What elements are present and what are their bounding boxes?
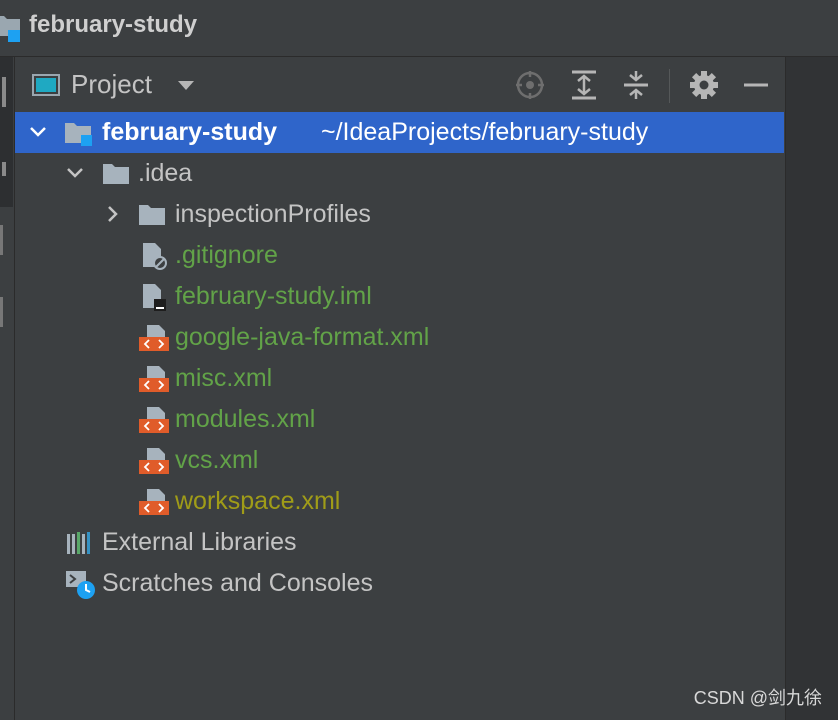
tree-node-label: workspace.xml bbox=[175, 487, 341, 515]
watermark: CSDN @剑九徐 bbox=[693, 688, 822, 708]
tree-node-workspace[interactable]: workspace.xml bbox=[15, 481, 784, 522]
tree-node-label: inspectionProfiles bbox=[175, 200, 371, 228]
tree-node-label: Scratches and Consoles bbox=[102, 569, 373, 597]
xml-file-icon bbox=[139, 366, 169, 392]
tree-node-external-libraries[interactable]: External Libraries bbox=[15, 522, 784, 563]
tab-label-glyph bbox=[2, 77, 6, 107]
chevron-right-icon[interactable] bbox=[104, 205, 122, 223]
tree-node-misc[interactable]: misc.xml bbox=[15, 358, 784, 399]
tab-label-glyph bbox=[2, 162, 6, 176]
tree-node-label: misc.xml bbox=[175, 364, 273, 392]
tree-node-idea[interactable]: .idea bbox=[15, 153, 784, 194]
left-tool-window-strip[interactable] bbox=[0, 57, 15, 720]
toolbar-separator bbox=[669, 69, 670, 103]
minimize-icon[interactable] bbox=[739, 68, 773, 102]
iml-file-icon bbox=[143, 284, 166, 311]
tree-node-google-java-format[interactable]: google-java-format.xml bbox=[15, 317, 784, 358]
project-view-selector[interactable]: Project bbox=[71, 69, 152, 100]
tree-node-label: External Libraries bbox=[102, 528, 297, 556]
tree-node-label: february-study.iml bbox=[175, 282, 372, 310]
folder-icon bbox=[139, 205, 165, 225]
chevron-down-icon[interactable] bbox=[29, 123, 47, 141]
library-icon bbox=[67, 532, 90, 554]
tree-node-gitignore[interactable]: .gitignore bbox=[15, 235, 784, 276]
xml-file-icon bbox=[139, 489, 169, 515]
project-icon bbox=[0, 16, 20, 42]
project-view-icon bbox=[32, 74, 60, 96]
expand-all-icon[interactable] bbox=[567, 68, 601, 102]
collapse-all-icon[interactable] bbox=[619, 68, 653, 102]
folder-icon bbox=[103, 164, 129, 184]
ignored-file-icon bbox=[143, 243, 167, 270]
window-title-bar: february-study bbox=[0, 0, 838, 57]
editor-area bbox=[785, 57, 838, 720]
chevron-down-icon[interactable] bbox=[178, 81, 194, 90]
root-project-name: february-study bbox=[102, 118, 278, 146]
tree-node-label: modules.xml bbox=[175, 405, 316, 433]
scratches-icon bbox=[66, 571, 95, 599]
tab-label-glyph bbox=[0, 225, 3, 255]
gear-icon[interactable] bbox=[687, 68, 721, 102]
locate-icon[interactable] bbox=[513, 68, 547, 102]
project-panel-toolbar: Project bbox=[15, 57, 784, 112]
tree-node-modules[interactable]: modules.xml bbox=[15, 399, 784, 440]
module-folder-icon bbox=[65, 123, 92, 146]
xml-file-icon bbox=[139, 448, 169, 474]
tree-node-inspection-profiles[interactable]: inspectionProfiles bbox=[15, 194, 784, 235]
tree-node-iml[interactable]: february-study.iml bbox=[15, 276, 784, 317]
chevron-down-icon[interactable] bbox=[66, 164, 84, 182]
window-title: february-study bbox=[29, 11, 198, 38]
project-panel: Project february-study ~/IdeaProjects/fe… bbox=[15, 57, 784, 720]
tab-label-glyph bbox=[0, 297, 3, 327]
tree-node-label: google-java-format.xml bbox=[175, 323, 430, 351]
tree-node-root[interactable]: february-study ~/IdeaProjects/february-s… bbox=[15, 112, 784, 153]
tree-node-scratches[interactable]: Scratches and Consoles bbox=[15, 563, 784, 604]
tree-node-label: .gitignore bbox=[175, 241, 278, 269]
tree-node-vcs[interactable]: vcs.xml bbox=[15, 440, 784, 481]
xml-file-icon bbox=[139, 407, 169, 433]
root-project-path: ~/IdeaProjects/february-study bbox=[321, 118, 649, 146]
project-tool-tab[interactable] bbox=[0, 57, 13, 207]
tree-node-label: .idea bbox=[138, 159, 193, 187]
tree-node-label: vcs.xml bbox=[175, 446, 259, 474]
xml-file-icon bbox=[139, 325, 169, 351]
